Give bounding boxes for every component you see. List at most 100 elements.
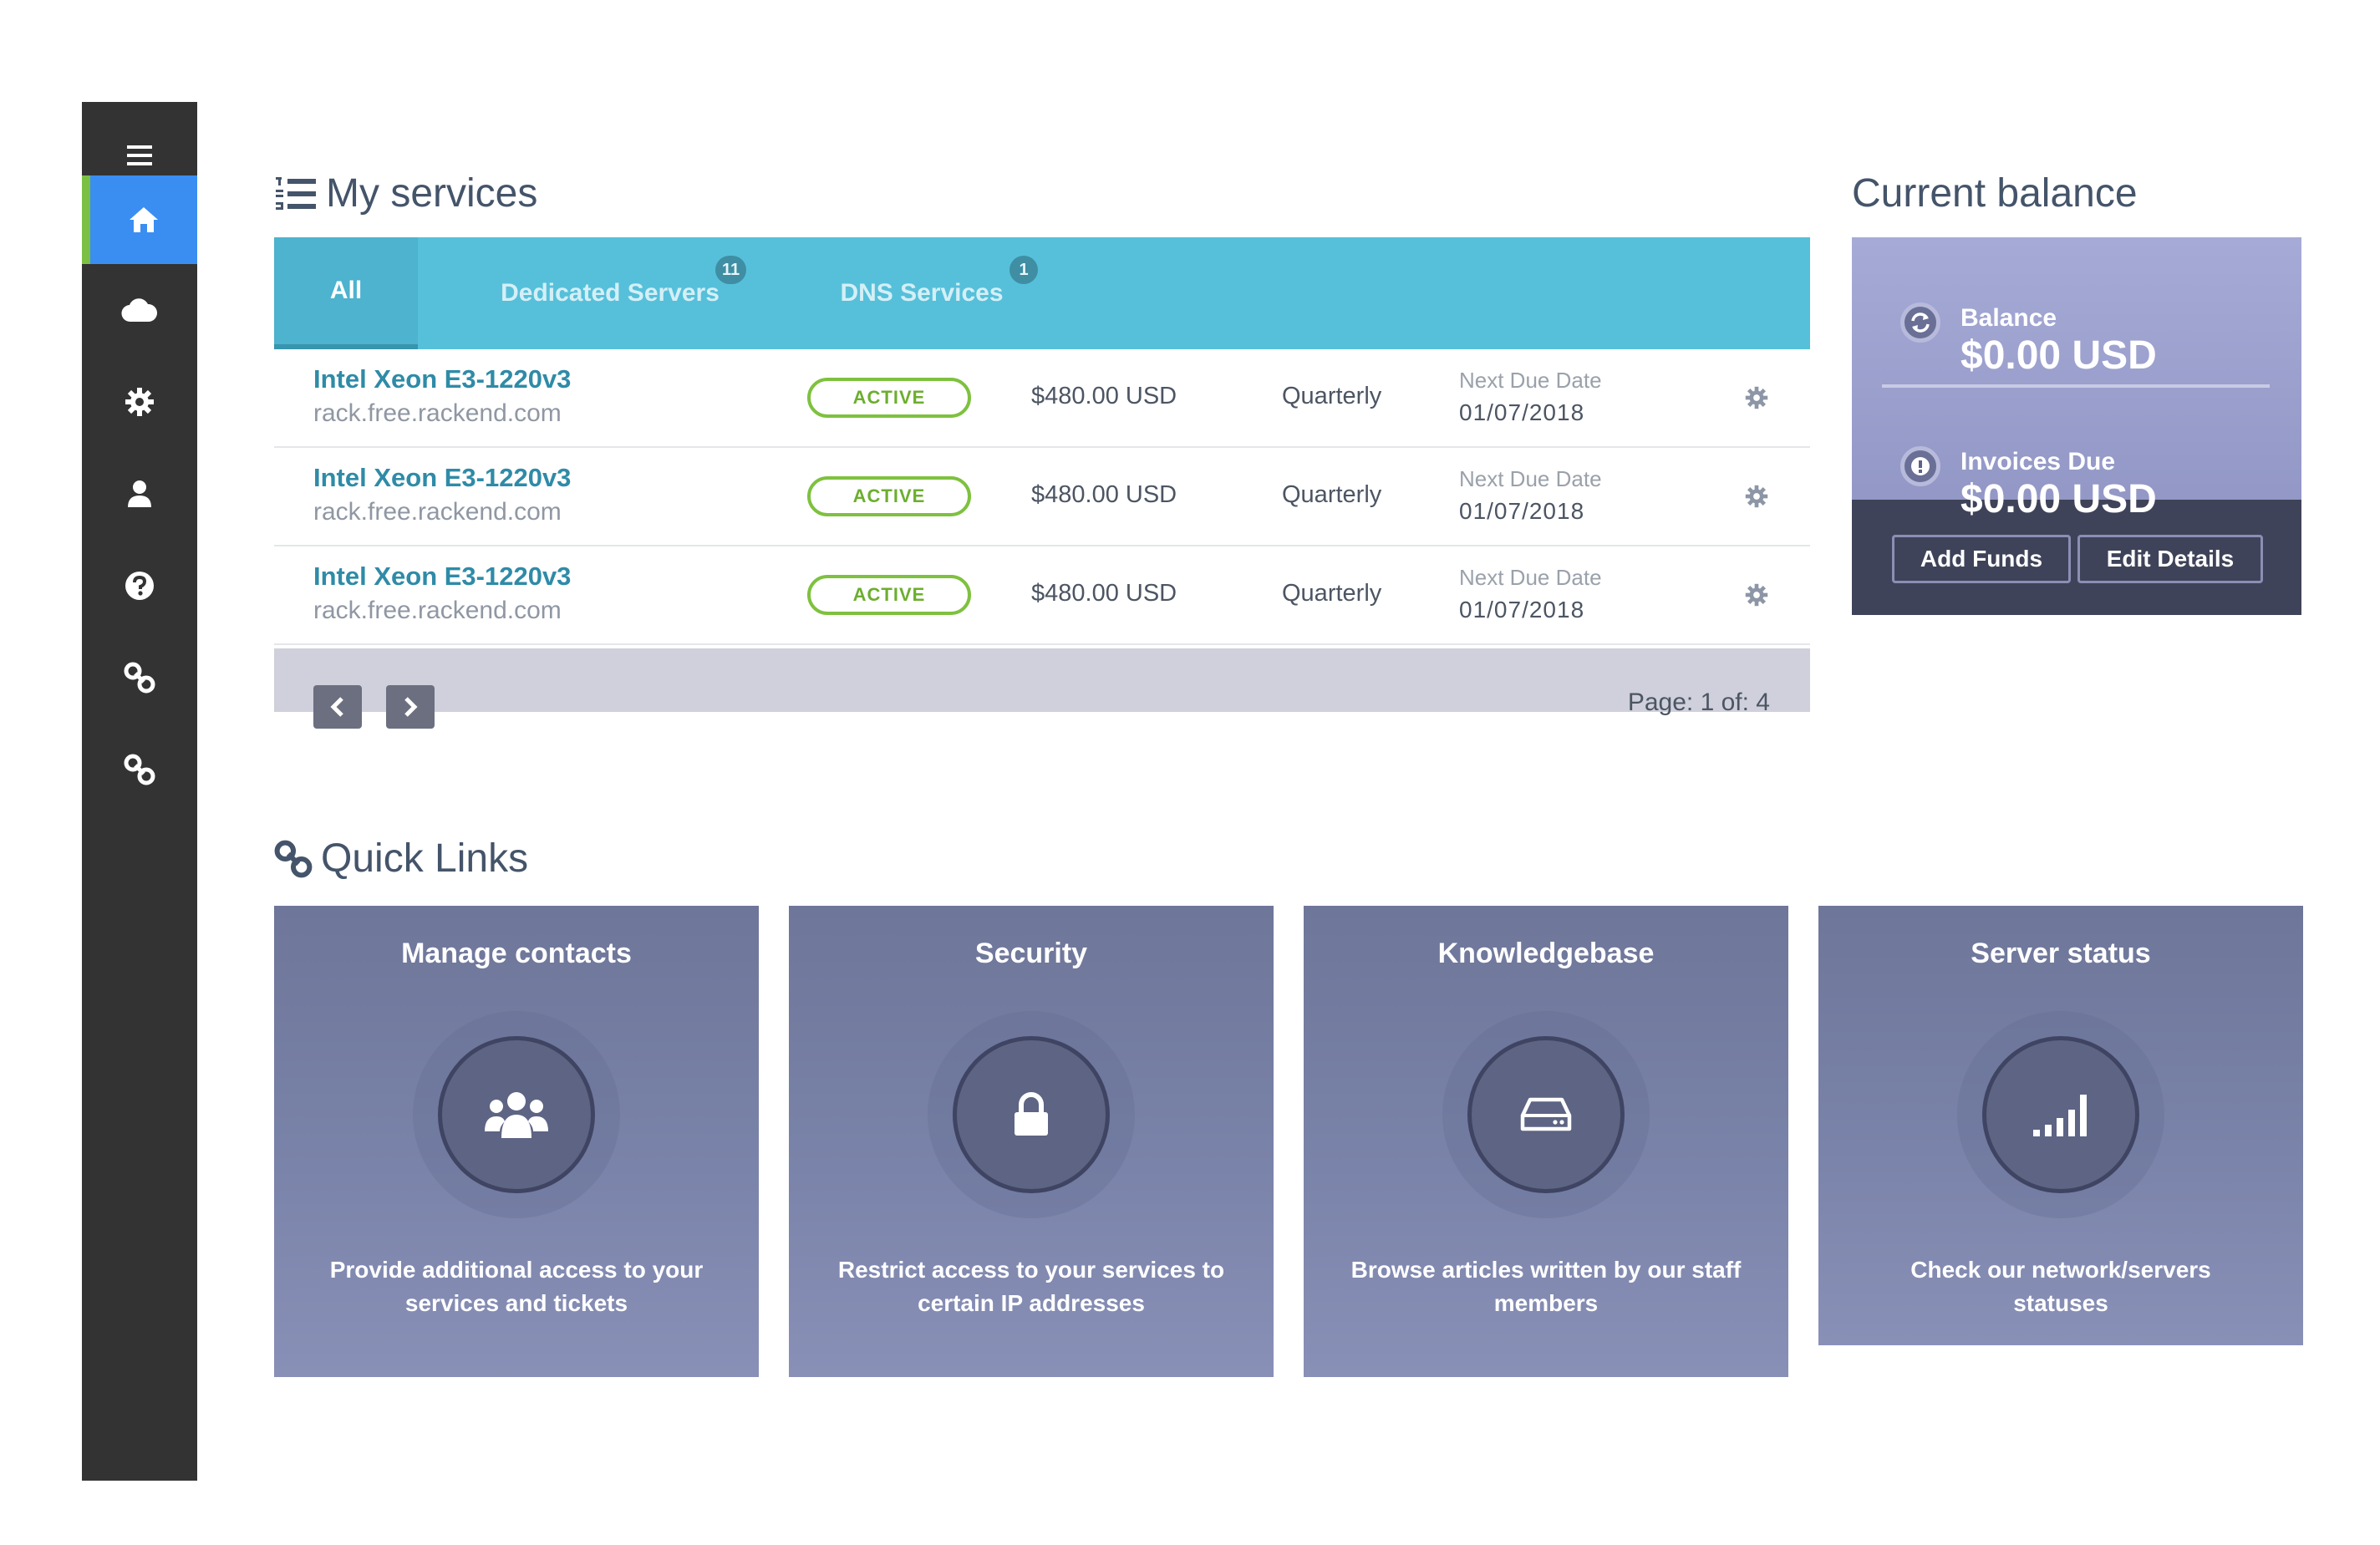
hamburger-icon (127, 145, 152, 165)
gear-icon[interactable] (1745, 583, 1768, 607)
question-icon (125, 572, 154, 600)
due-date: 01/07/2018 (1459, 399, 1585, 425)
service-price: $480.00 USD (1031, 383, 1177, 409)
status-badge: ACTIVE (807, 575, 971, 615)
icon-circle (1467, 1036, 1625, 1193)
divider (1882, 384, 2270, 388)
refresh-icon (1900, 302, 1940, 343)
link-icon (124, 754, 155, 785)
gear-icon[interactable] (1745, 485, 1768, 508)
users-icon (485, 1092, 548, 1138)
description-line: Restrict access to your services to (837, 1257, 1225, 1283)
sidebar-item-links-1[interactable] (82, 633, 197, 722)
prev-page-button[interactable] (313, 685, 362, 729)
sidebar-item-home[interactable] (82, 175, 197, 264)
page-indicator: Page: 1 of: 4 (1627, 689, 1770, 716)
card-title: Manage contacts (401, 938, 632, 969)
card-title: Knowledgebase (1437, 938, 1655, 969)
card-description: Check our network/servers statuses (1860, 1253, 2261, 1320)
service-name-link[interactable]: Intel Xeon E3-1220v3 (313, 364, 571, 394)
page-title: My services (326, 171, 538, 216)
billing-cycle: Quarterly (1282, 481, 1382, 508)
hard-drive-icon (1520, 1097, 1572, 1131)
cloud-icon (121, 298, 158, 323)
balance-heading: Current balance (1852, 170, 2138, 216)
sidebar-item-cloud[interactable] (82, 266, 197, 354)
chevron-right-icon (404, 697, 418, 717)
lock-icon (1015, 1092, 1048, 1136)
description-line: Browse articles written by our staff (1350, 1257, 1742, 1283)
invoices-due-value: $0.00 USD (1960, 477, 2157, 521)
balance-label: Balance (1960, 304, 2057, 332)
invoices-due-label: Invoices Due (1960, 448, 2116, 475)
tab-dns-services[interactable]: DNS Services 1 (792, 237, 1051, 349)
service-hostname: rack.free.rackend.com (313, 498, 562, 526)
sidebar (82, 102, 197, 1481)
add-funds-button[interactable]: Add Funds (1892, 535, 2071, 583)
quick-link-manage-contacts[interactable]: Manage contacts Provide additional acces… (274, 906, 759, 1377)
list-icon (276, 176, 316, 210)
service-name-link[interactable]: Intel Xeon E3-1220v3 (313, 463, 571, 493)
tab-label: All (329, 277, 363, 304)
service-price: $480.00 USD (1031, 481, 1177, 508)
card-title: Server status (1971, 938, 2151, 969)
tab-all[interactable]: All (274, 237, 418, 349)
gear-icon[interactable] (1745, 386, 1768, 409)
status-badge: ACTIVE (807, 476, 971, 516)
balance-value: $0.00 USD (1960, 333, 2157, 378)
services-heading: My services (274, 170, 537, 216)
sidebar-item-settings[interactable] (82, 358, 197, 446)
table-row[interactable]: Intel Xeon E3-1220v3 rack.free.rackend.c… (274, 349, 1810, 448)
card-description: Browse articles written by our staff mem… (1345, 1253, 1747, 1320)
sidebar-item-links-2[interactable] (82, 725, 197, 814)
edit-details-button[interactable]: Edit Details (2077, 535, 2263, 583)
quick-link-security[interactable]: Security Restrict access to your service… (789, 906, 1274, 1377)
count-badge: 11 (715, 256, 747, 284)
chevron-left-icon (330, 697, 343, 717)
card-title: Security (974, 938, 1088, 969)
due-date-label: Next Due Date (1459, 368, 1602, 393)
card-description: Provide additional access to your servic… (316, 1253, 717, 1320)
services-tab-bar: All Dedicated Servers 11 DNS Services 1 (274, 237, 1810, 349)
balance-title: Current balance (1852, 171, 2138, 216)
description-line: members (1493, 1290, 1599, 1316)
tab-dedicated-servers[interactable]: Dedicated Servers 11 (466, 237, 754, 349)
balance-card: Balance $0.00 USD Invoices Due $0.00 USD… (1852, 237, 2301, 615)
quick-links-heading: Quick Links (274, 836, 528, 882)
status-badge: ACTIVE (807, 378, 971, 418)
due-date-label: Next Due Date (1459, 565, 1602, 590)
sidebar-item-help[interactable] (82, 541, 197, 630)
gear-icon (125, 388, 154, 416)
quick-links-title: Quick Links (321, 836, 529, 881)
due-date: 01/07/2018 (1459, 597, 1585, 623)
service-price: $480.00 USD (1031, 580, 1177, 607)
description-line: certain IP addresses (918, 1290, 1145, 1316)
service-hostname: rack.free.rackend.com (313, 399, 562, 427)
billing-cycle: Quarterly (1282, 383, 1382, 409)
sidebar-item-account[interactable] (82, 450, 197, 538)
user-icon (128, 480, 151, 507)
home-icon (130, 207, 158, 232)
service-hostname: rack.free.rackend.com (313, 597, 562, 624)
menu-toggle-button[interactable] (82, 135, 197, 175)
tab-label: DNS Services (840, 279, 1004, 307)
description-line: Provide additional access to your (329, 1257, 704, 1283)
next-page-button[interactable] (386, 685, 435, 729)
table-row[interactable]: Intel Xeon E3-1220v3 rack.free.rackend.c… (274, 546, 1810, 645)
tab-label: Dedicated Servers (501, 279, 720, 307)
description-line: services and tickets (404, 1290, 628, 1316)
signal-bars-icon (2033, 1095, 2087, 1136)
quick-link-knowledgebase[interactable]: Knowledgebase Browse articles written by… (1304, 906, 1788, 1377)
link-icon (124, 662, 155, 694)
service-name-link[interactable]: Intel Xeon E3-1220v3 (313, 562, 571, 592)
quick-link-server-status[interactable]: Server status Check our network/servers … (1818, 906, 2303, 1345)
icon-circle (438, 1036, 595, 1193)
billing-cycle: Quarterly (1282, 580, 1382, 607)
table-row[interactable]: Intel Xeon E3-1220v3 rack.free.rackend.c… (274, 448, 1810, 546)
description-line: Check our network/servers statuses (1910, 1257, 2211, 1316)
link-icon (274, 840, 313, 877)
count-badge: 1 (1009, 256, 1038, 284)
icon-circle (953, 1036, 1110, 1193)
due-date-label: Next Due Date (1459, 466, 1602, 491)
icon-circle (1982, 1036, 2139, 1193)
